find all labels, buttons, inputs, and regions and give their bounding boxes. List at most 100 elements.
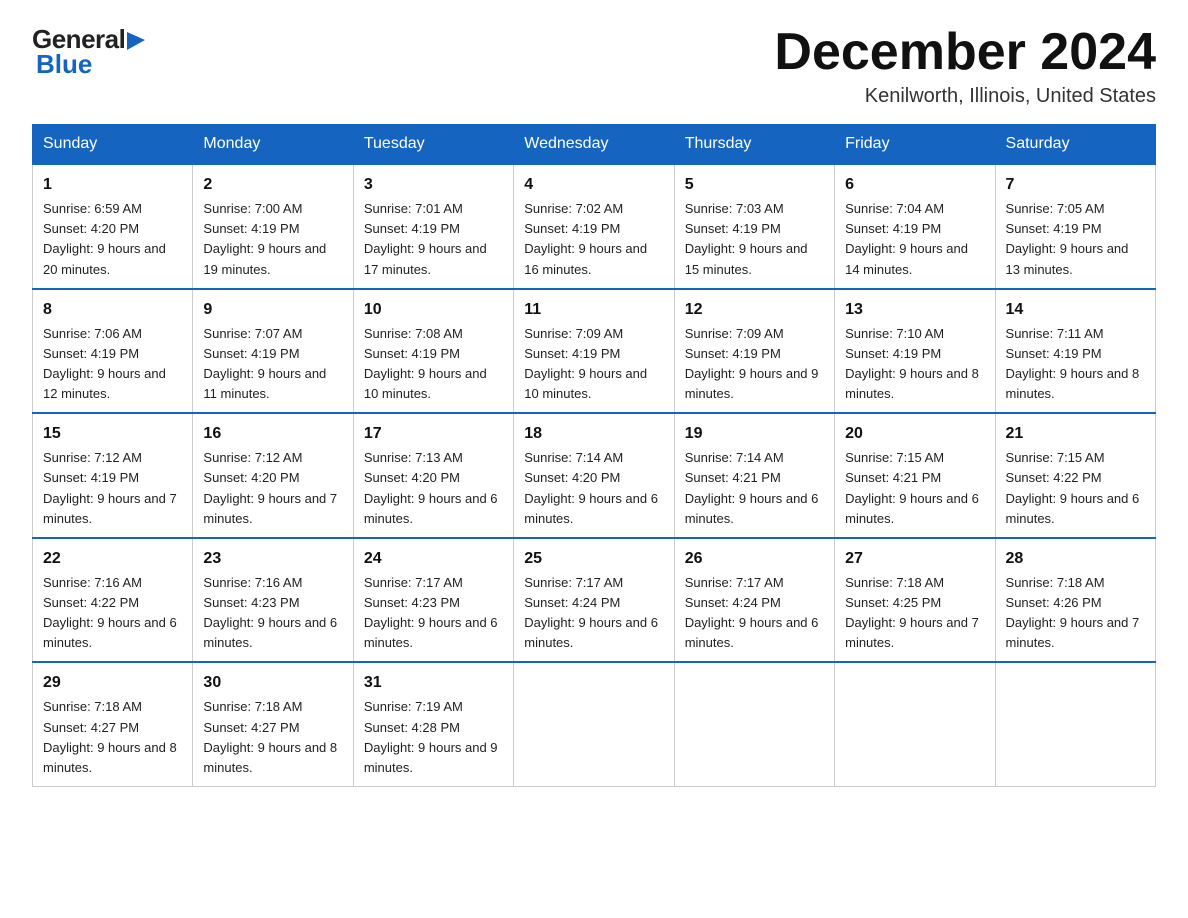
logo-triangle-icon bbox=[127, 30, 145, 50]
calendar-cell: 23Sunrise: 7:16 AMSunset: 4:23 PMDayligh… bbox=[193, 538, 353, 663]
day-info: Sunrise: 7:01 AMSunset: 4:19 PMDaylight:… bbox=[364, 199, 503, 280]
day-number: 3 bbox=[364, 173, 503, 197]
calendar-cell: 5Sunrise: 7:03 AMSunset: 4:19 PMDaylight… bbox=[674, 164, 834, 289]
day-info: Sunrise: 7:14 AMSunset: 4:21 PMDaylight:… bbox=[685, 448, 824, 529]
calendar-cell: 31Sunrise: 7:19 AMSunset: 4:28 PMDayligh… bbox=[353, 662, 513, 786]
day-number: 7 bbox=[1006, 173, 1145, 197]
calendar-cell: 2Sunrise: 7:00 AMSunset: 4:19 PMDaylight… bbox=[193, 164, 353, 289]
day-info: Sunrise: 7:15 AMSunset: 4:21 PMDaylight:… bbox=[845, 448, 984, 529]
logo-blue-text: Blue bbox=[36, 49, 92, 79]
calendar-cell: 26Sunrise: 7:17 AMSunset: 4:24 PMDayligh… bbox=[674, 538, 834, 663]
calendar-cell: 21Sunrise: 7:15 AMSunset: 4:22 PMDayligh… bbox=[995, 413, 1155, 538]
calendar-cell bbox=[995, 662, 1155, 786]
page-header: General Blue December 2024 Kenilworth, I… bbox=[32, 24, 1156, 108]
calendar-cell: 19Sunrise: 7:14 AMSunset: 4:21 PMDayligh… bbox=[674, 413, 834, 538]
col-header-monday: Monday bbox=[193, 125, 353, 165]
day-number: 19 bbox=[685, 422, 824, 446]
day-number: 13 bbox=[845, 298, 984, 322]
calendar-week-row: 8Sunrise: 7:06 AMSunset: 4:19 PMDaylight… bbox=[33, 289, 1156, 414]
day-number: 27 bbox=[845, 547, 984, 571]
day-number: 9 bbox=[203, 298, 342, 322]
calendar-cell: 1Sunrise: 6:59 AMSunset: 4:20 PMDaylight… bbox=[33, 164, 193, 289]
day-number: 15 bbox=[43, 422, 182, 446]
calendar-cell: 17Sunrise: 7:13 AMSunset: 4:20 PMDayligh… bbox=[353, 413, 513, 538]
calendar-cell: 14Sunrise: 7:11 AMSunset: 4:19 PMDayligh… bbox=[995, 289, 1155, 414]
day-info: Sunrise: 7:18 AMSunset: 4:27 PMDaylight:… bbox=[203, 697, 342, 778]
day-info: Sunrise: 7:12 AMSunset: 4:20 PMDaylight:… bbox=[203, 448, 342, 529]
calendar-cell: 18Sunrise: 7:14 AMSunset: 4:20 PMDayligh… bbox=[514, 413, 674, 538]
day-info: Sunrise: 7:07 AMSunset: 4:19 PMDaylight:… bbox=[203, 324, 342, 405]
col-header-friday: Friday bbox=[835, 125, 995, 165]
calendar-week-row: 15Sunrise: 7:12 AMSunset: 4:19 PMDayligh… bbox=[33, 413, 1156, 538]
calendar-cell bbox=[835, 662, 995, 786]
calendar-cell: 13Sunrise: 7:10 AMSunset: 4:19 PMDayligh… bbox=[835, 289, 995, 414]
day-number: 12 bbox=[685, 298, 824, 322]
day-info: Sunrise: 7:06 AMSunset: 4:19 PMDaylight:… bbox=[43, 324, 182, 405]
title-area: December 2024 Kenilworth, Illinois, Unit… bbox=[774, 24, 1156, 108]
day-number: 20 bbox=[845, 422, 984, 446]
col-header-thursday: Thursday bbox=[674, 125, 834, 165]
calendar-cell: 7Sunrise: 7:05 AMSunset: 4:19 PMDaylight… bbox=[995, 164, 1155, 289]
calendar-cell: 12Sunrise: 7:09 AMSunset: 4:19 PMDayligh… bbox=[674, 289, 834, 414]
day-info: Sunrise: 7:12 AMSunset: 4:19 PMDaylight:… bbox=[43, 448, 182, 529]
day-number: 5 bbox=[685, 173, 824, 197]
day-info: Sunrise: 7:02 AMSunset: 4:19 PMDaylight:… bbox=[524, 199, 663, 280]
day-number: 22 bbox=[43, 547, 182, 571]
day-info: Sunrise: 7:18 AMSunset: 4:25 PMDaylight:… bbox=[845, 573, 984, 654]
day-number: 17 bbox=[364, 422, 503, 446]
day-info: Sunrise: 7:19 AMSunset: 4:28 PMDaylight:… bbox=[364, 697, 503, 778]
calendar-cell: 15Sunrise: 7:12 AMSunset: 4:19 PMDayligh… bbox=[33, 413, 193, 538]
month-title: December 2024 bbox=[774, 24, 1156, 81]
day-number: 18 bbox=[524, 422, 663, 446]
calendar-cell: 29Sunrise: 7:18 AMSunset: 4:27 PMDayligh… bbox=[33, 662, 193, 786]
day-number: 23 bbox=[203, 547, 342, 571]
day-info: Sunrise: 7:16 AMSunset: 4:22 PMDaylight:… bbox=[43, 573, 182, 654]
day-number: 6 bbox=[845, 173, 984, 197]
day-info: Sunrise: 7:16 AMSunset: 4:23 PMDaylight:… bbox=[203, 573, 342, 654]
calendar-cell: 20Sunrise: 7:15 AMSunset: 4:21 PMDayligh… bbox=[835, 413, 995, 538]
day-number: 11 bbox=[524, 298, 663, 322]
day-info: Sunrise: 7:10 AMSunset: 4:19 PMDaylight:… bbox=[845, 324, 984, 405]
day-info: Sunrise: 7:18 AMSunset: 4:27 PMDaylight:… bbox=[43, 697, 182, 778]
location-title: Kenilworth, Illinois, United States bbox=[774, 85, 1156, 108]
day-info: Sunrise: 7:04 AMSunset: 4:19 PMDaylight:… bbox=[845, 199, 984, 280]
calendar-cell: 6Sunrise: 7:04 AMSunset: 4:19 PMDaylight… bbox=[835, 164, 995, 289]
day-number: 10 bbox=[364, 298, 503, 322]
calendar-cell bbox=[674, 662, 834, 786]
logo: General Blue bbox=[32, 24, 145, 80]
calendar-cell: 3Sunrise: 7:01 AMSunset: 4:19 PMDaylight… bbox=[353, 164, 513, 289]
calendar-week-row: 1Sunrise: 6:59 AMSunset: 4:20 PMDaylight… bbox=[33, 164, 1156, 289]
day-number: 4 bbox=[524, 173, 663, 197]
col-header-tuesday: Tuesday bbox=[353, 125, 513, 165]
day-info: Sunrise: 7:14 AMSunset: 4:20 PMDaylight:… bbox=[524, 448, 663, 529]
day-info: Sunrise: 7:17 AMSunset: 4:24 PMDaylight:… bbox=[685, 573, 824, 654]
day-number: 8 bbox=[43, 298, 182, 322]
calendar-cell: 22Sunrise: 7:16 AMSunset: 4:22 PMDayligh… bbox=[33, 538, 193, 663]
day-number: 29 bbox=[43, 671, 182, 695]
calendar-cell: 4Sunrise: 7:02 AMSunset: 4:19 PMDaylight… bbox=[514, 164, 674, 289]
calendar-cell bbox=[514, 662, 674, 786]
col-header-sunday: Sunday bbox=[33, 125, 193, 165]
day-number: 14 bbox=[1006, 298, 1145, 322]
calendar-cell: 10Sunrise: 7:08 AMSunset: 4:19 PMDayligh… bbox=[353, 289, 513, 414]
day-info: Sunrise: 7:17 AMSunset: 4:24 PMDaylight:… bbox=[524, 573, 663, 654]
day-info: Sunrise: 7:00 AMSunset: 4:19 PMDaylight:… bbox=[203, 199, 342, 280]
day-number: 2 bbox=[203, 173, 342, 197]
calendar-cell: 24Sunrise: 7:17 AMSunset: 4:23 PMDayligh… bbox=[353, 538, 513, 663]
day-info: Sunrise: 7:08 AMSunset: 4:19 PMDaylight:… bbox=[364, 324, 503, 405]
col-header-wednesday: Wednesday bbox=[514, 125, 674, 165]
day-info: Sunrise: 7:17 AMSunset: 4:23 PMDaylight:… bbox=[364, 573, 503, 654]
day-number: 1 bbox=[43, 173, 182, 197]
calendar-table: SundayMondayTuesdayWednesdayThursdayFrid… bbox=[32, 124, 1156, 787]
day-info: Sunrise: 7:15 AMSunset: 4:22 PMDaylight:… bbox=[1006, 448, 1145, 529]
day-info: Sunrise: 7:11 AMSunset: 4:19 PMDaylight:… bbox=[1006, 324, 1145, 405]
calendar-cell: 28Sunrise: 7:18 AMSunset: 4:26 PMDayligh… bbox=[995, 538, 1155, 663]
col-header-saturday: Saturday bbox=[995, 125, 1155, 165]
day-info: Sunrise: 7:05 AMSunset: 4:19 PMDaylight:… bbox=[1006, 199, 1145, 280]
day-number: 28 bbox=[1006, 547, 1145, 571]
day-info: Sunrise: 7:13 AMSunset: 4:20 PMDaylight:… bbox=[364, 448, 503, 529]
day-number: 24 bbox=[364, 547, 503, 571]
calendar-week-row: 29Sunrise: 7:18 AMSunset: 4:27 PMDayligh… bbox=[33, 662, 1156, 786]
day-number: 25 bbox=[524, 547, 663, 571]
day-info: Sunrise: 7:18 AMSunset: 4:26 PMDaylight:… bbox=[1006, 573, 1145, 654]
